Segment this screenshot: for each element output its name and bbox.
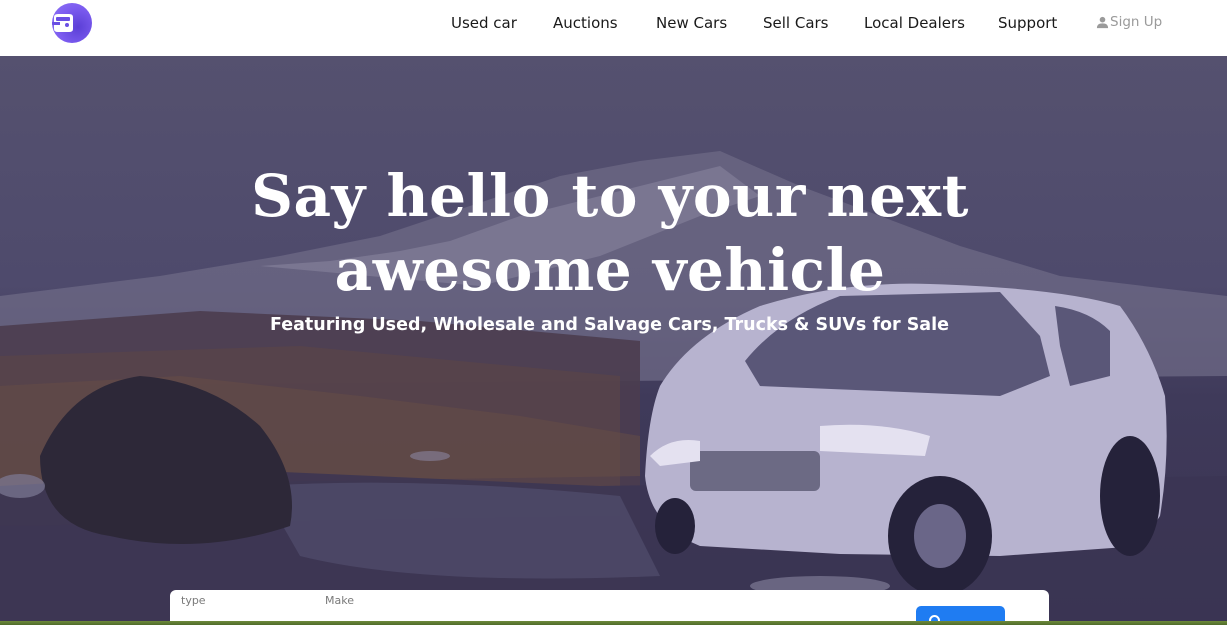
nav-auctions[interactable]: Auctions <box>553 14 618 32</box>
main-nav: Used car Auctions New Cars Sell Cars Loc… <box>0 0 1227 48</box>
nav-used-car[interactable]: Used car <box>451 14 517 32</box>
hero-subtitle: Featuring Used, Wholesale and Salvage Ca… <box>270 315 949 335</box>
page-bottom-divider <box>0 621 1227 625</box>
nav-new-cars[interactable]: New Cars <box>656 14 727 32</box>
signup-link[interactable]: Sign Up <box>1096 14 1162 30</box>
user-icon <box>1096 16 1109 28</box>
nav-sell-cars[interactable]: Sell Cars <box>763 14 829 32</box>
hero-background-image <box>0 151 1227 625</box>
hero-section: Say hello to your next awesome vehicle F… <box>0 56 1227 625</box>
nav-local-dealers[interactable]: Local Dealers <box>864 14 965 32</box>
make-field-label: Make <box>325 594 354 607</box>
hero-title: Say hello to your next awesome vehicle <box>0 159 1220 307</box>
hero-title-line2: awesome vehicle <box>334 236 886 304</box>
nav-support[interactable]: Support <box>998 14 1057 32</box>
hero-title-line1: Say hello to your next <box>251 162 969 230</box>
vehicle-search-card: type Make <box>170 590 1049 625</box>
top-navbar: Used car Auctions New Cars Sell Cars Loc… <box>0 0 1227 56</box>
type-field-label: type <box>181 594 206 607</box>
signup-label: Sign Up <box>1110 14 1163 30</box>
